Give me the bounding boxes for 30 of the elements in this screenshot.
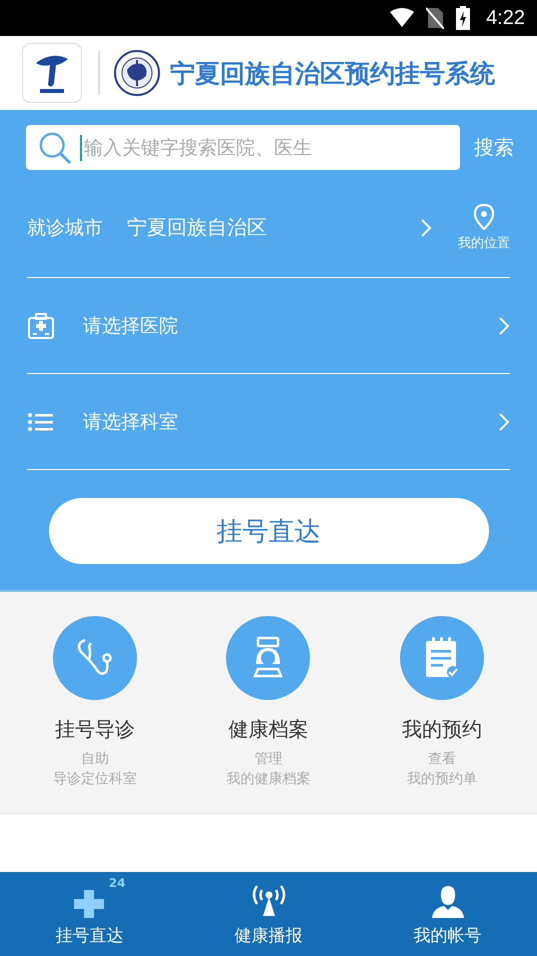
location-pin-icon[interactable] [474, 204, 494, 230]
feature-description: 自助 [80, 750, 109, 769]
battery-icon [456, 6, 470, 30]
nav-tab[interactable]: 我的帐号 [358, 872, 537, 956]
feature-description: 管理 [254, 750, 282, 769]
search-field[interactable]: 输入关键字搜索医院、医生 [26, 125, 460, 170]
feature-description: 我的健康档案 [226, 770, 310, 789]
city-label: 就诊城市 [27, 216, 103, 240]
feature-description: 我的预约单 [407, 770, 478, 789]
feature-description: 查看 [428, 750, 456, 769]
nav-tab[interactable]: 24 挂号直达 [0, 872, 179, 956]
status-time: 4:22 [486, 6, 525, 30]
feature-title[interactable]: 挂号导诊 [54, 716, 135, 743]
no-sim-icon [426, 7, 444, 29]
user-icon [430, 884, 464, 918]
app-title: 宁夏回族自治区预约挂号系统 [170, 58, 495, 90]
emblem-logo-icon [114, 50, 160, 96]
search-icon [38, 130, 72, 164]
chevron-right-icon[interactable] [420, 218, 432, 238]
feature-title[interactable]: 健康档案 [228, 716, 308, 743]
feature-title[interactable]: 我的预约 [402, 716, 482, 743]
search-input[interactable]: 输入关键字搜索医院、医生 [82, 136, 460, 158]
badge-number: 24 [108, 876, 126, 890]
feature-description: 导诊定位科室 [52, 770, 137, 789]
register-button[interactable]: 挂号直达 [48, 498, 488, 564]
chevron-right-icon[interactable] [498, 412, 510, 432]
wifi-icon [390, 8, 414, 28]
chevron-right-icon[interactable] [498, 316, 510, 336]
nav-tab[interactable]: 健康播报 [179, 872, 358, 956]
hospital-icon [27, 312, 55, 340]
